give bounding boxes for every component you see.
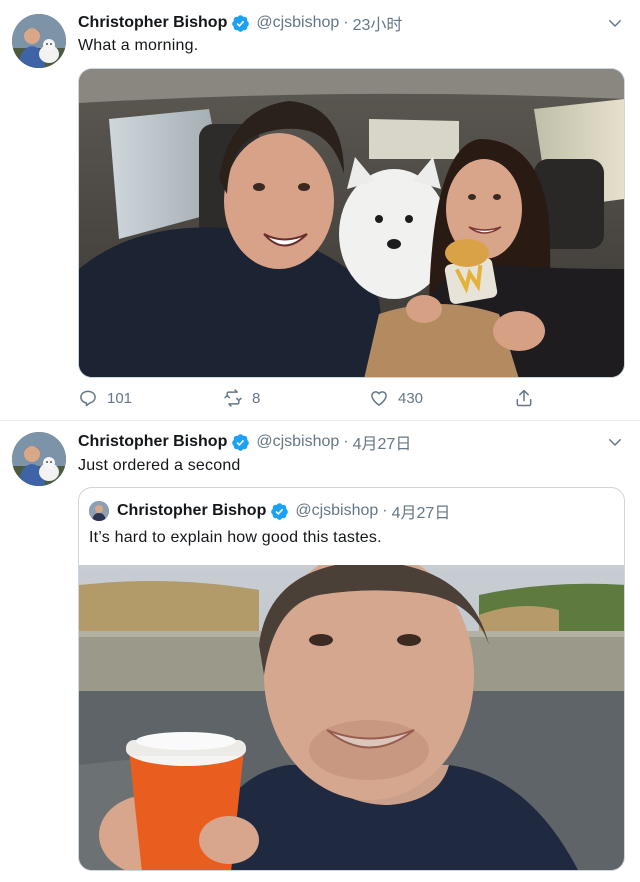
reply-count: 101 <box>107 389 133 407</box>
quoted-avatar[interactable] <box>89 501 109 521</box>
share-icon <box>516 389 532 407</box>
verified-badge-icon <box>231 14 250 33</box>
tweet-text: What a morning. <box>78 37 199 54</box>
quoted-tweet-photo[interactable] <box>79 565 624 870</box>
tweet-actions: 101 8 430 <box>78 386 548 410</box>
user-handle[interactable]: @cjsbishop <box>256 433 339 451</box>
verified-badge-icon <box>270 502 289 521</box>
heart-icon <box>371 391 387 406</box>
tweet-photo[interactable] <box>78 68 625 378</box>
avatar[interactable] <box>12 432 66 486</box>
reply-button[interactable]: 101 <box>78 386 132 410</box>
quoted-tweet[interactable]: Christopher Bishop @cjsbishop · 4月27日 It… <box>78 487 625 871</box>
tweet-header: Christopher Bishop @cjsbishop · 23小时 <box>78 12 402 34</box>
retweet-count: 8 <box>252 389 261 407</box>
retweet-icon <box>224 389 242 407</box>
separator-dot: · <box>382 502 388 519</box>
quoted-tweet-text: It’s hard to explain how good this taste… <box>89 529 382 546</box>
timestamp[interactable]: 4月27日 <box>353 430 412 454</box>
reply-icon <box>80 390 96 407</box>
display-name[interactable]: Christopher Bishop <box>78 433 227 451</box>
display-name[interactable]: Christopher Bishop <box>78 14 227 32</box>
separator-dot: · <box>343 14 349 31</box>
user-handle[interactable]: @cjsbishop <box>256 14 339 32</box>
tweet[interactable]: Christopher Bishop @cjsbishop · 23小时 Wha… <box>0 0 640 421</box>
like-button[interactable]: 430 <box>369 386 423 410</box>
tweet-text: Just ordered a second <box>78 457 241 474</box>
quoted-user-handle: @cjsbishop <box>295 502 379 519</box>
retweet-button[interactable]: 8 <box>223 386 260 410</box>
chevron-down-icon[interactable] <box>606 14 624 32</box>
quoted-display-name: Christopher Bishop <box>117 502 267 519</box>
quoted-timestamp: 4月27日 <box>391 505 451 522</box>
share-button[interactable] <box>514 386 543 410</box>
timestamp[interactable]: 23小时 <box>353 11 403 35</box>
separator-dot: · <box>343 433 349 450</box>
quoted-tweet-header: Christopher Bishop @cjsbishop · 4月27日 <box>89 500 450 522</box>
chevron-down-icon[interactable] <box>606 433 624 451</box>
avatar[interactable] <box>12 14 66 68</box>
like-count: 430 <box>398 389 424 407</box>
tweet-header: Christopher Bishop @cjsbishop · 4月27日 <box>78 431 411 453</box>
verified-badge-icon <box>231 433 250 452</box>
tweet[interactable]: Christopher Bishop @cjsbishop · 4月27日 Ju… <box>0 421 640 882</box>
